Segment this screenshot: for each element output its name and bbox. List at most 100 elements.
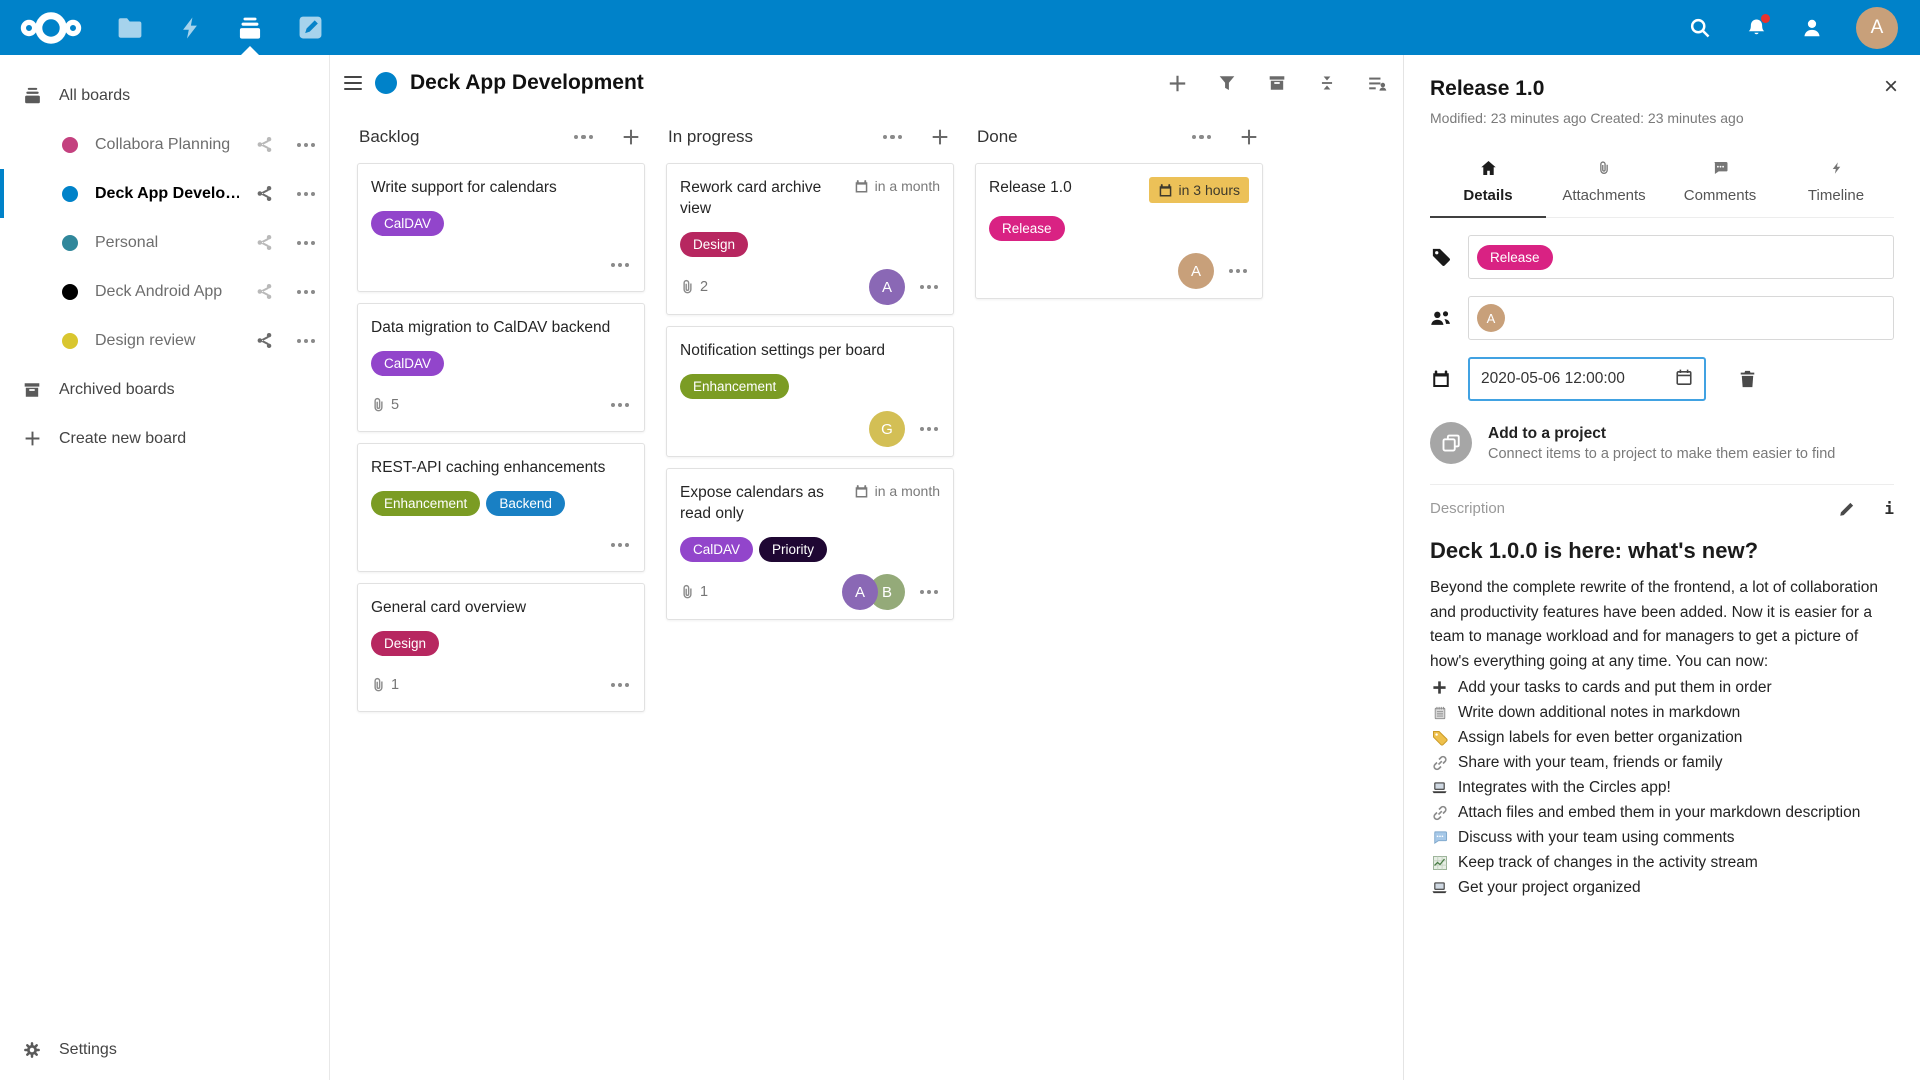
assignee-avatar: G: [869, 411, 905, 447]
column-more-icon[interactable]: [573, 134, 593, 140]
add-card-plus-icon[interactable]: [1239, 127, 1259, 147]
tags-input[interactable]: Release: [1468, 235, 1894, 279]
tag-chip: Release: [1477, 244, 1553, 270]
assignee-avatar: A: [869, 269, 905, 305]
share-icon[interactable]: [256, 283, 273, 300]
tab-details[interactable]: Details: [1430, 152, 1546, 218]
comment-icon: [1712, 160, 1729, 180]
column-more-icon[interactable]: [882, 134, 902, 140]
laptop-icon: [1430, 780, 1449, 795]
filter-funnel-icon[interactable]: [1217, 73, 1237, 93]
due-date-input[interactable]: 2020-05-06 12:00:00: [1468, 357, 1706, 401]
attachment-count: 1: [371, 677, 399, 693]
more-icon[interactable]: [297, 289, 315, 294]
card-more-icon[interactable]: [918, 281, 940, 293]
trash-icon[interactable]: [1738, 369, 1757, 389]
board-name: Collabora Planning: [95, 135, 231, 153]
board-color-dot: [62, 136, 78, 153]
calendar-picker-icon[interactable]: [1675, 368, 1693, 391]
due-date: in a month: [854, 483, 940, 499]
add-list-plus-icon[interactable]: [1167, 73, 1187, 93]
sidebar-board-deck-android-app[interactable]: Deck Android App: [0, 267, 329, 316]
link-icon: [1430, 755, 1449, 771]
card-more-icon[interactable]: [609, 539, 631, 551]
share-icon[interactable]: [256, 185, 273, 202]
share-icon[interactable]: [256, 234, 273, 251]
board-name: Personal: [95, 233, 159, 251]
card-more-icon[interactable]: [918, 586, 940, 598]
close-icon[interactable]: ×: [1884, 75, 1898, 99]
tab-attachments[interactable]: Attachments: [1546, 152, 1662, 218]
board-details-icon[interactable]: [1367, 73, 1387, 93]
plus-icon: [1430, 680, 1449, 695]
due-date-badge: in 3 hours: [1148, 177, 1249, 203]
label-chip: Design: [371, 631, 440, 656]
label-icon: [1430, 730, 1449, 746]
card-more-icon[interactable]: [609, 399, 631, 411]
deck-app-icon[interactable]: [236, 0, 264, 55]
add-to-project[interactable]: Add to a project Connect items to a proj…: [1430, 422, 1894, 464]
share-icon[interactable]: [256, 136, 273, 153]
search-icon[interactable]: [1688, 16, 1712, 40]
sidebar-board-deck-app-development[interactable]: Deck App Develo…: [0, 169, 329, 218]
more-icon[interactable]: [297, 338, 315, 343]
card-rest-api-caching[interactable]: REST-API caching enhancements Enhancemen…: [357, 443, 645, 572]
tab-comments[interactable]: Comments: [1662, 152, 1778, 218]
list-item: Attach files and embed them in your mark…: [1430, 800, 1894, 825]
card-release-1-0[interactable]: Release 1.0 in 3 hours Release A: [975, 163, 1263, 299]
activity-lightning-icon[interactable]: [176, 0, 204, 55]
board-title: Deck App Development: [410, 71, 644, 94]
add-card-plus-icon[interactable]: [621, 127, 641, 147]
files-app-folder-icon[interactable]: [116, 0, 144, 55]
column-more-icon[interactable]: [1191, 134, 1211, 140]
info-icon[interactable]: i: [1884, 499, 1894, 518]
card-more-icon[interactable]: [609, 679, 631, 691]
card-more-icon[interactable]: [609, 259, 631, 271]
deck-stack-icon: [22, 86, 42, 105]
sidebar-item-settings[interactable]: Settings: [0, 1025, 329, 1074]
board-name: Deck Android App: [95, 282, 223, 300]
due-date-row: 2020-05-06 12:00:00: [1430, 357, 1894, 401]
edit-pencil-icon[interactable]: [1839, 500, 1856, 517]
card-rework-card-archive-view[interactable]: Rework card archive view in a month Desi…: [666, 163, 954, 315]
more-icon[interactable]: [297, 142, 315, 147]
notifications-bell-icon[interactable]: [1744, 13, 1770, 40]
tab-timeline[interactable]: Timeline: [1778, 152, 1894, 218]
board-menu-icon[interactable]: [344, 75, 362, 91]
card-notification-settings[interactable]: Notification settings per board Enhancem…: [666, 326, 954, 457]
sidebar-item-create-new-board[interactable]: Create new board: [0, 414, 329, 463]
sidebar-board-personal[interactable]: Personal: [0, 218, 329, 267]
label-chip: Priority: [759, 537, 828, 562]
contacts-icon[interactable]: [1800, 16, 1824, 40]
card-more-icon[interactable]: [918, 423, 940, 435]
label-chip: CalDAV: [371, 211, 445, 236]
card-more-icon[interactable]: [1227, 265, 1249, 277]
label-chip: Enhancement: [680, 374, 790, 399]
label-chip: Release: [989, 216, 1065, 241]
column-done: Done Release 1.0 in 3 hours Release A: [975, 111, 1263, 723]
card-general-card-overview[interactable]: General card overview Design 1: [357, 583, 645, 712]
add-card-plus-icon[interactable]: [930, 127, 950, 147]
more-icon[interactable]: [297, 240, 315, 245]
all-boards-label: All boards: [59, 86, 131, 104]
sidebar-item-archived-boards[interactable]: Archived boards: [0, 365, 329, 414]
show-archived-icon[interactable]: [1267, 73, 1287, 93]
share-icon[interactable]: [256, 332, 273, 349]
card-write-support-for-calendars[interactable]: Write support for calendars CalDAV: [357, 163, 645, 292]
list-item: Discuss with your team using comments: [1430, 825, 1894, 850]
sidebar-board-collabora-planning[interactable]: Collabora Planning: [0, 120, 329, 169]
notification-badge: [1761, 13, 1770, 23]
sidebar-item-all-boards[interactable]: All boards: [0, 71, 329, 120]
compact-mode-icon[interactable]: [1317, 73, 1337, 93]
card-data-migration[interactable]: Data migration to CalDAV backend CalDAV …: [357, 303, 645, 432]
more-icon[interactable]: [297, 191, 315, 196]
label-chip: Backend: [486, 491, 565, 516]
assignees-input[interactable]: A: [1468, 296, 1894, 340]
nextcloud-logo-icon[interactable]: [20, 11, 82, 45]
card-expose-calendars[interactable]: Expose calendars as read only in a month…: [666, 468, 954, 620]
column-header: In progress: [666, 111, 954, 163]
board-color-dot: [62, 185, 78, 202]
notes-app-icon[interactable]: [296, 0, 324, 55]
user-avatar[interactable]: A: [1856, 6, 1898, 49]
sidebar-board-design-review[interactable]: Design review: [0, 316, 329, 365]
